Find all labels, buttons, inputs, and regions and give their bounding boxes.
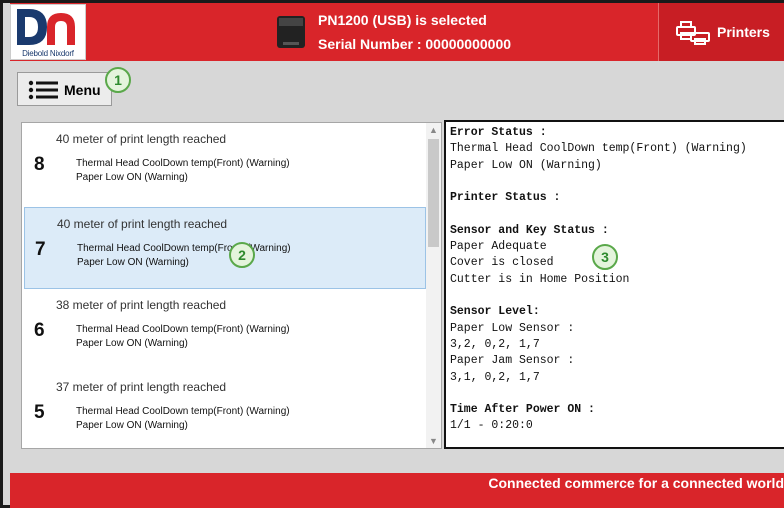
detail-line: Thermal Head CoolDown temp(Front) (Warni… (450, 142, 747, 156)
printer-device-icon (277, 16, 305, 48)
item-title: 38 meter of print length reached (56, 298, 227, 312)
scroll-up-arrow-icon[interactable]: ▲ (426, 125, 441, 135)
item-warning-line: Thermal Head CoolDown temp(Front) (Warni… (77, 243, 291, 254)
printers-icon (676, 21, 710, 45)
detail-line: Paper Jam Sensor : (450, 354, 575, 368)
menu-button[interactable]: Menu (17, 72, 112, 106)
detail-section-heading: Time After Power ON : (450, 403, 595, 417)
history-list-item[interactable]: 40 meter of print length reached 8 Thermal… (24, 123, 426, 205)
item-warning-line: Paper Low ON (Warning) (77, 257, 189, 268)
hamburger-icon (28, 80, 58, 100)
detail-line: Cover is closed (450, 256, 554, 270)
footer-bar: Connected commerce for a connected world (10, 473, 784, 508)
item-warning-line: Paper Low ON (Warning) (76, 338, 188, 349)
serial-number-text: Serial Number : 00000000000 (318, 36, 512, 52)
item-warning-line: Thermal Head CoolDown temp(Front) (Warni… (76, 158, 290, 169)
item-warning-line: Paper Low ON (Warning) (76, 420, 188, 431)
item-warning-line: Thermal Head CoolDown temp(Front) (Warni… (76, 324, 290, 335)
list-scrollbar[interactable]: ▲ ▼ (426, 123, 441, 448)
detail-section-heading: Printer Status : (450, 191, 561, 205)
detail-line: 3,1, 0,2, 1,7 (450, 370, 540, 384)
detail-line: Paper Low ON (Warning) (450, 158, 602, 172)
item-number: 5 (34, 402, 45, 423)
selected-printer-text: PN1200 (USB) is selected (318, 12, 487, 28)
item-title: 37 meter of print length reached (56, 380, 227, 394)
history-list[interactable]: 40 meter of print length reached 8 Thermal… (21, 122, 442, 449)
detail-line: Paper Low Sensor : (450, 321, 575, 335)
dn-logo-icon (17, 9, 75, 45)
detail-line: 1/1 - 0:20:0 (450, 419, 533, 433)
detail-section-heading: Sensor Level: (450, 305, 540, 319)
item-title: 40 meter of print length reached (56, 132, 227, 146)
item-title: 40 meter of print length reached (57, 217, 228, 231)
history-list-item[interactable]: 40 meter of print length reached 7 Thermal… (24, 207, 426, 289)
history-list-item[interactable]: 38 meter of print length reached 6 Thermal… (24, 289, 426, 371)
printers-button[interactable]: Printers (658, 3, 784, 61)
status-detail-panel: Error Status : Thermal Head CoolDown temp… (444, 120, 784, 449)
item-number: 7 (35, 239, 46, 260)
detail-section-heading: Sensor and Key Status : (450, 223, 609, 237)
scroll-down-arrow-icon[interactable]: ▼ (426, 436, 441, 446)
diebold-nixdorf-logo: Diebold Nixdorf (10, 4, 86, 60)
detail-section-heading: Error Status : (450, 126, 547, 139)
item-warning-line: Thermal Head CoolDown temp(Front) (Warni… (76, 406, 290, 417)
logo-text: Diebold Nixdorf (22, 49, 74, 58)
footer-tagline: Connected commerce for a connected world (488, 475, 784, 491)
item-number: 6 (34, 320, 45, 341)
printers-label: Printers (717, 24, 770, 40)
menu-label: Menu (64, 82, 101, 98)
callout-3: 3 (592, 244, 618, 270)
history-list-item[interactable]: 37 meter of print length reached 5 Thermal… (24, 371, 426, 448)
item-number: 8 (34, 154, 45, 175)
item-warning-line: Paper Low ON (Warning) (76, 172, 188, 183)
callout-2: 2 (229, 242, 255, 268)
detail-line: Cutter is in Home Position (450, 272, 630, 286)
detail-line: Paper Adequate (450, 240, 547, 254)
callout-1: 1 (105, 67, 131, 93)
detail-line: 3,2, 0,2, 1,7 (450, 337, 540, 351)
scroll-thumb[interactable] (428, 139, 439, 247)
